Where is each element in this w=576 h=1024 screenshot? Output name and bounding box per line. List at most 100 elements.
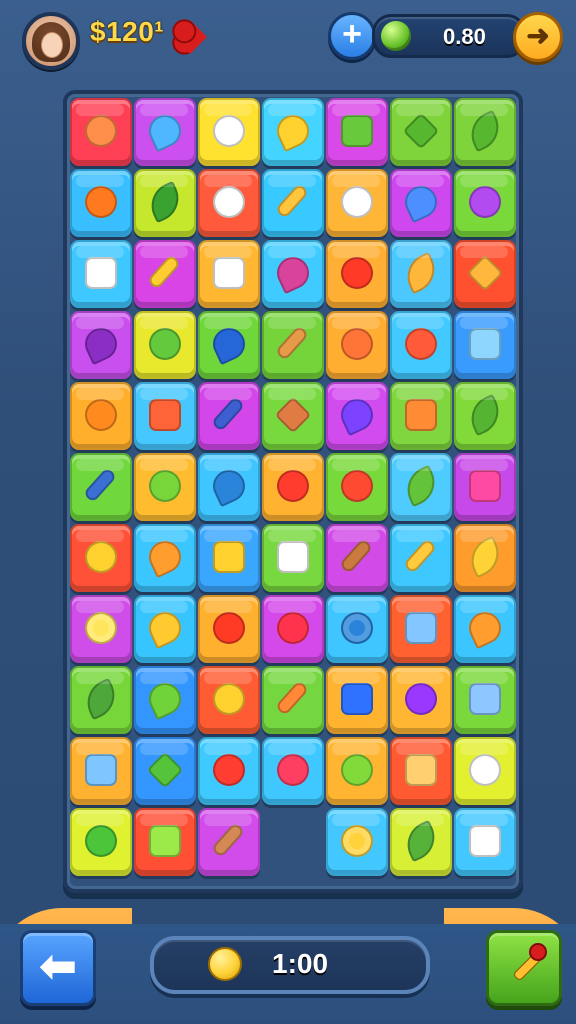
board-tile[interactable] xyxy=(262,666,324,734)
baguette-icon xyxy=(338,537,374,575)
board-tile[interactable] xyxy=(390,808,452,876)
board-tile[interactable] xyxy=(134,666,196,734)
board-tile[interactable] xyxy=(454,240,516,308)
board-tile[interactable] xyxy=(262,524,324,592)
board-tile[interactable] xyxy=(390,524,452,592)
basket-icon xyxy=(85,257,117,289)
board-tile[interactable] xyxy=(326,666,388,734)
board-tile[interactable] xyxy=(70,311,132,379)
board-tile[interactable] xyxy=(390,595,452,663)
board-tile[interactable] xyxy=(390,311,452,379)
board-tile[interactable] xyxy=(262,382,324,450)
board-tile[interactable] xyxy=(134,453,196,521)
board-tile[interactable] xyxy=(134,311,196,379)
board-tile[interactable] xyxy=(70,737,132,805)
board-tile[interactable] xyxy=(390,737,452,805)
board-tile[interactable] xyxy=(326,595,388,663)
board-tile[interactable] xyxy=(326,169,388,237)
flower-yellow-icon xyxy=(341,825,373,857)
branch-icon xyxy=(274,182,310,220)
board-tile[interactable] xyxy=(134,808,196,876)
board-tile[interactable] xyxy=(198,595,260,663)
board-tile[interactable] xyxy=(70,382,132,450)
board-tile[interactable] xyxy=(390,666,452,734)
board-tile[interactable] xyxy=(326,737,388,805)
board-tile[interactable] xyxy=(198,524,260,592)
board-tile[interactable] xyxy=(454,453,516,521)
board-tile[interactable] xyxy=(390,453,452,521)
board-tile[interactable] xyxy=(454,524,516,592)
board-tile[interactable] xyxy=(134,595,196,663)
board-tile[interactable] xyxy=(390,169,452,237)
board-tile[interactable] xyxy=(454,737,516,805)
orange-ball-icon xyxy=(213,683,245,715)
board-tile[interactable] xyxy=(326,524,388,592)
board-tile[interactable] xyxy=(134,382,196,450)
guitar-icon xyxy=(399,180,443,224)
board-tile[interactable] xyxy=(198,311,260,379)
mango-icon xyxy=(143,535,187,579)
board-tile[interactable] xyxy=(262,595,324,663)
board-tile[interactable] xyxy=(326,453,388,521)
board-tile[interactable] xyxy=(326,240,388,308)
board-tile[interactable] xyxy=(326,311,388,379)
board-tile[interactable] xyxy=(70,595,132,663)
board-tile[interactable] xyxy=(262,453,324,521)
board-tile[interactable] xyxy=(454,382,516,450)
board-tile[interactable] xyxy=(454,311,516,379)
board-tile[interactable] xyxy=(198,98,260,166)
board-tile[interactable] xyxy=(198,382,260,450)
board-tile[interactable] xyxy=(262,240,324,308)
back-button[interactable]: ⬅ xyxy=(20,930,96,1006)
board-tile[interactable] xyxy=(134,240,196,308)
board-tile[interactable] xyxy=(134,98,196,166)
egg-icon xyxy=(213,115,245,147)
plus-button[interactable]: + xyxy=(328,12,376,60)
hint-button[interactable] xyxy=(486,930,562,1006)
board-tile[interactable] xyxy=(198,240,260,308)
board-tile[interactable] xyxy=(262,169,324,237)
board-tile[interactable] xyxy=(390,240,452,308)
board-tile[interactable] xyxy=(326,808,388,876)
board-tile[interactable] xyxy=(262,311,324,379)
apple-icon xyxy=(341,257,373,289)
board-tile[interactable] xyxy=(198,453,260,521)
happy-face-icon xyxy=(341,754,373,786)
board-tile[interactable] xyxy=(454,169,516,237)
board-tile[interactable] xyxy=(70,169,132,237)
board-tile[interactable] xyxy=(454,666,516,734)
board-tile[interactable] xyxy=(454,595,516,663)
board-tile[interactable] xyxy=(70,240,132,308)
duck-icon xyxy=(341,612,373,644)
crate-icon xyxy=(469,825,501,857)
board-tile[interactable] xyxy=(70,808,132,876)
lime-icon xyxy=(463,109,507,153)
board-tile[interactable] xyxy=(70,524,132,592)
next-button[interactable]: ➜ xyxy=(513,12,563,62)
board-tile[interactable] xyxy=(134,737,196,805)
board-tile[interactable] xyxy=(262,98,324,166)
coin-amount: $120¹ xyxy=(90,16,165,47)
board-tile[interactable] xyxy=(70,666,132,734)
board-tile[interactable] xyxy=(198,666,260,734)
board-tile[interactable] xyxy=(390,98,452,166)
board-tile[interactable] xyxy=(326,98,388,166)
board-tile[interactable] xyxy=(262,737,324,805)
board-tile[interactable] xyxy=(454,98,516,166)
ghost-icon xyxy=(469,754,501,786)
board-tile[interactable] xyxy=(198,808,260,876)
board-tile[interactable] xyxy=(134,524,196,592)
board-tile[interactable] xyxy=(70,98,132,166)
board-tile[interactable] xyxy=(70,453,132,521)
board-tile[interactable] xyxy=(454,808,516,876)
board-tile[interactable] xyxy=(134,169,196,237)
board-tile[interactable] xyxy=(198,169,260,237)
board-tile[interactable] xyxy=(390,382,452,450)
board-tile[interactable] xyxy=(198,737,260,805)
cheese-icon xyxy=(213,541,245,573)
heart-fruit-icon xyxy=(85,115,117,147)
hand-icon xyxy=(149,399,181,431)
avatar-icon[interactable] xyxy=(22,12,80,70)
seashell-icon xyxy=(399,251,443,295)
board-tile[interactable] xyxy=(326,382,388,450)
